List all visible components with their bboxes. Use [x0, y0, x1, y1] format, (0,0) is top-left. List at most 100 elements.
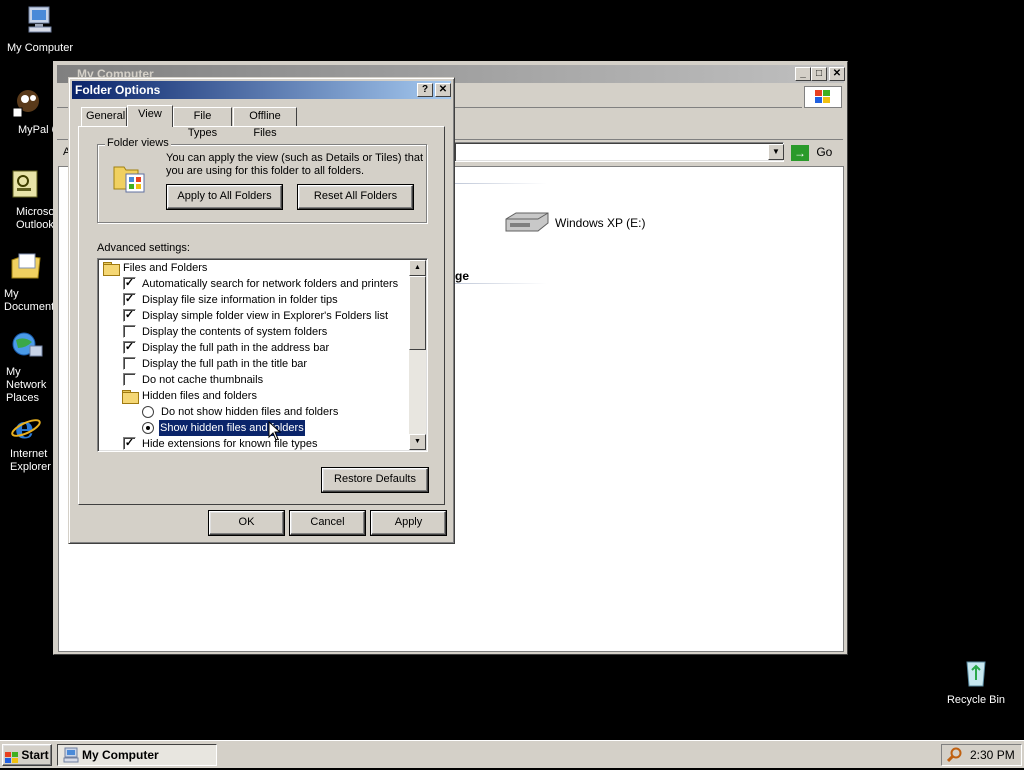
checkbox-unchecked-icon[interactable]: [123, 373, 136, 386]
desktop-icon-label: Recycle Bin: [946, 694, 1006, 706]
setting-label: Display the contents of system folders: [142, 326, 328, 338]
drive-label: Windows XP (E:): [555, 216, 646, 230]
setting-label: Do not cache thumbnails: [142, 374, 264, 386]
checkbox-checked-icon[interactable]: ✓: [123, 437, 136, 450]
desktop-icon-outlook[interactable]: Microsoft Outlook: [0, 168, 54, 232]
cancel-button[interactable]: Cancel: [289, 510, 366, 536]
tab-view[interactable]: View: [127, 105, 173, 127]
setting-label: Hide extensions for known file types: [142, 438, 318, 450]
address-field[interactable]: [454, 142, 784, 162]
desktop-icon-mypal[interactable]: MyPal 6: [0, 86, 58, 137]
start-label: Start: [21, 748, 49, 762]
taskbar-button-my-computer[interactable]: My Computer: [57, 744, 217, 766]
minimize-button[interactable]: _: [795, 67, 811, 81]
maximize-button[interactable]: □: [811, 67, 827, 81]
desktop-icon-ie[interactable]: e Internet Explorer: [0, 410, 54, 474]
button-label: Reset All Folders: [313, 190, 398, 202]
taskbar: Start My Computer 2:30 PM: [0, 740, 1024, 768]
folder-icon: [103, 262, 120, 276]
hard-drive-icon: [502, 209, 552, 238]
mouse-cursor-icon: [268, 420, 282, 441]
system-tray: 2:30 PM: [941, 744, 1022, 766]
recycle-bin-icon: [959, 656, 993, 690]
section-divider: [455, 283, 547, 284]
desktop-icon-network[interactable]: My Network Places: [0, 328, 56, 405]
desktop-icon-label: Microsoft Outlook: [16, 206, 54, 231]
scroll-up-button[interactable]: ▲: [409, 260, 426, 276]
scroll-down-button[interactable]: ▼: [409, 434, 426, 450]
start-button[interactable]: Start: [2, 744, 52, 766]
desktop-icon-label: My Computer: [6, 42, 74, 54]
search-magnifier-icon[interactable]: [946, 747, 963, 769]
setting-label: Display simple folder view in Explorer's…: [142, 310, 389, 322]
setting-label: Display the full path in the address bar: [142, 342, 330, 354]
setting-label-selected: Show hidden files and folders: [158, 419, 306, 437]
desktop-icon-my-computer[interactable]: My Computer: [0, 4, 80, 55]
computer-icon: [23, 4, 57, 38]
go-arrow-icon: →: [791, 144, 809, 161]
dialog-title: Folder Options: [75, 83, 161, 97]
checkbox-unchecked-icon[interactable]: [123, 357, 136, 370]
address-dropdown-button[interactable]: ▼: [768, 144, 784, 160]
desktop-icon-label: MyPal 6: [18, 124, 58, 136]
windows-flag-icon: [5, 750, 19, 763]
internet-explorer-icon: e: [9, 410, 43, 446]
button-label: Apply: [394, 516, 423, 528]
ok-button[interactable]: OK: [208, 510, 285, 536]
button-label: Apply to All Folders: [177, 190, 272, 202]
setting-label: Display the full path in the title bar: [142, 358, 308, 370]
checkbox-checked-icon[interactable]: ✓: [123, 293, 136, 306]
desktop-icon-label: My Documents: [4, 288, 54, 313]
go-label: Go: [816, 145, 833, 159]
desktop-icon-label: Internet Explorer: [10, 448, 51, 473]
checkbox-checked-icon[interactable]: ✓: [123, 277, 136, 290]
reset-all-folders-button[interactable]: Reset All Folders: [297, 184, 414, 210]
checkbox-checked-icon[interactable]: ✓: [123, 341, 136, 354]
restore-defaults-button[interactable]: Restore Defaults: [321, 467, 429, 493]
go-button[interactable]: → Go: [791, 142, 841, 162]
radio-unselected-icon[interactable]: [142, 406, 154, 418]
tab-label: View: [138, 108, 162, 120]
view-tab-panel: Folder views You can apply the view (suc…: [78, 126, 445, 505]
folder-views-icon: [112, 161, 148, 195]
dialog-titlebar[interactable]: Folder Options ? ✕: [72, 81, 451, 99]
checkbox-unchecked-icon[interactable]: [123, 325, 136, 338]
tab-label: General: [86, 110, 126, 122]
windows-logo-icon: [804, 86, 842, 108]
folder-icon: [122, 390, 139, 404]
folder-options-dialog[interactable]: Folder Options ? ✕ General View File Typ…: [68, 77, 455, 544]
button-label: OK: [238, 516, 255, 528]
tab-file-types[interactable]: File Types: [173, 107, 232, 139]
advanced-settings-label: Advanced settings:: [97, 242, 190, 254]
computer-icon: [63, 747, 79, 769]
close-button[interactable]: ✕: [829, 67, 845, 81]
taskbar-button-label: My Computer: [82, 748, 159, 762]
section-divider: [455, 183, 547, 184]
clock[interactable]: 2:30 PM: [970, 745, 1015, 765]
tab-general[interactable]: General: [81, 107, 127, 126]
scroll-thumb[interactable]: [409, 276, 426, 350]
drive-item[interactable]: Windows XP (E:): [502, 209, 662, 239]
apply-button[interactable]: Apply: [370, 510, 447, 536]
vertical-scrollbar[interactable]: ▲ ▼: [409, 260, 426, 450]
advanced-settings-list[interactable]: Files and Folders ✓ Automatically search…: [97, 258, 428, 452]
documents-folder-icon: [9, 250, 43, 284]
checkbox-checked-icon[interactable]: ✓: [123, 309, 136, 322]
help-button[interactable]: ?: [417, 83, 433, 97]
desktop-icon-label: My Network Places: [6, 366, 47, 404]
setting-label: Hidden files and folders: [142, 390, 257, 402]
folder-views-heading: Folder views: [105, 137, 171, 149]
folder-views-description: You can apply the view (such as Details …: [166, 152, 424, 177]
desktop-icon-recycle-bin[interactable]: Recycle Bin: [936, 656, 1016, 707]
tab-offline-files[interactable]: Offline Files: [233, 107, 297, 139]
setting-label: Files and Folders: [123, 262, 208, 274]
outlook-icon: [9, 168, 43, 202]
setting-label: Display file size information in folder …: [142, 294, 338, 306]
close-button[interactable]: ✕: [435, 83, 451, 97]
button-label: Cancel: [310, 516, 345, 528]
radio-selected-icon[interactable]: [142, 422, 154, 434]
network-globe-icon: [10, 328, 44, 362]
apply-to-all-folders-button[interactable]: Apply to All Folders: [166, 184, 283, 210]
desktop-icon-my-documents[interactable]: My Documents: [0, 250, 54, 314]
setting-label: Do not show hidden files and folders: [161, 406, 339, 418]
